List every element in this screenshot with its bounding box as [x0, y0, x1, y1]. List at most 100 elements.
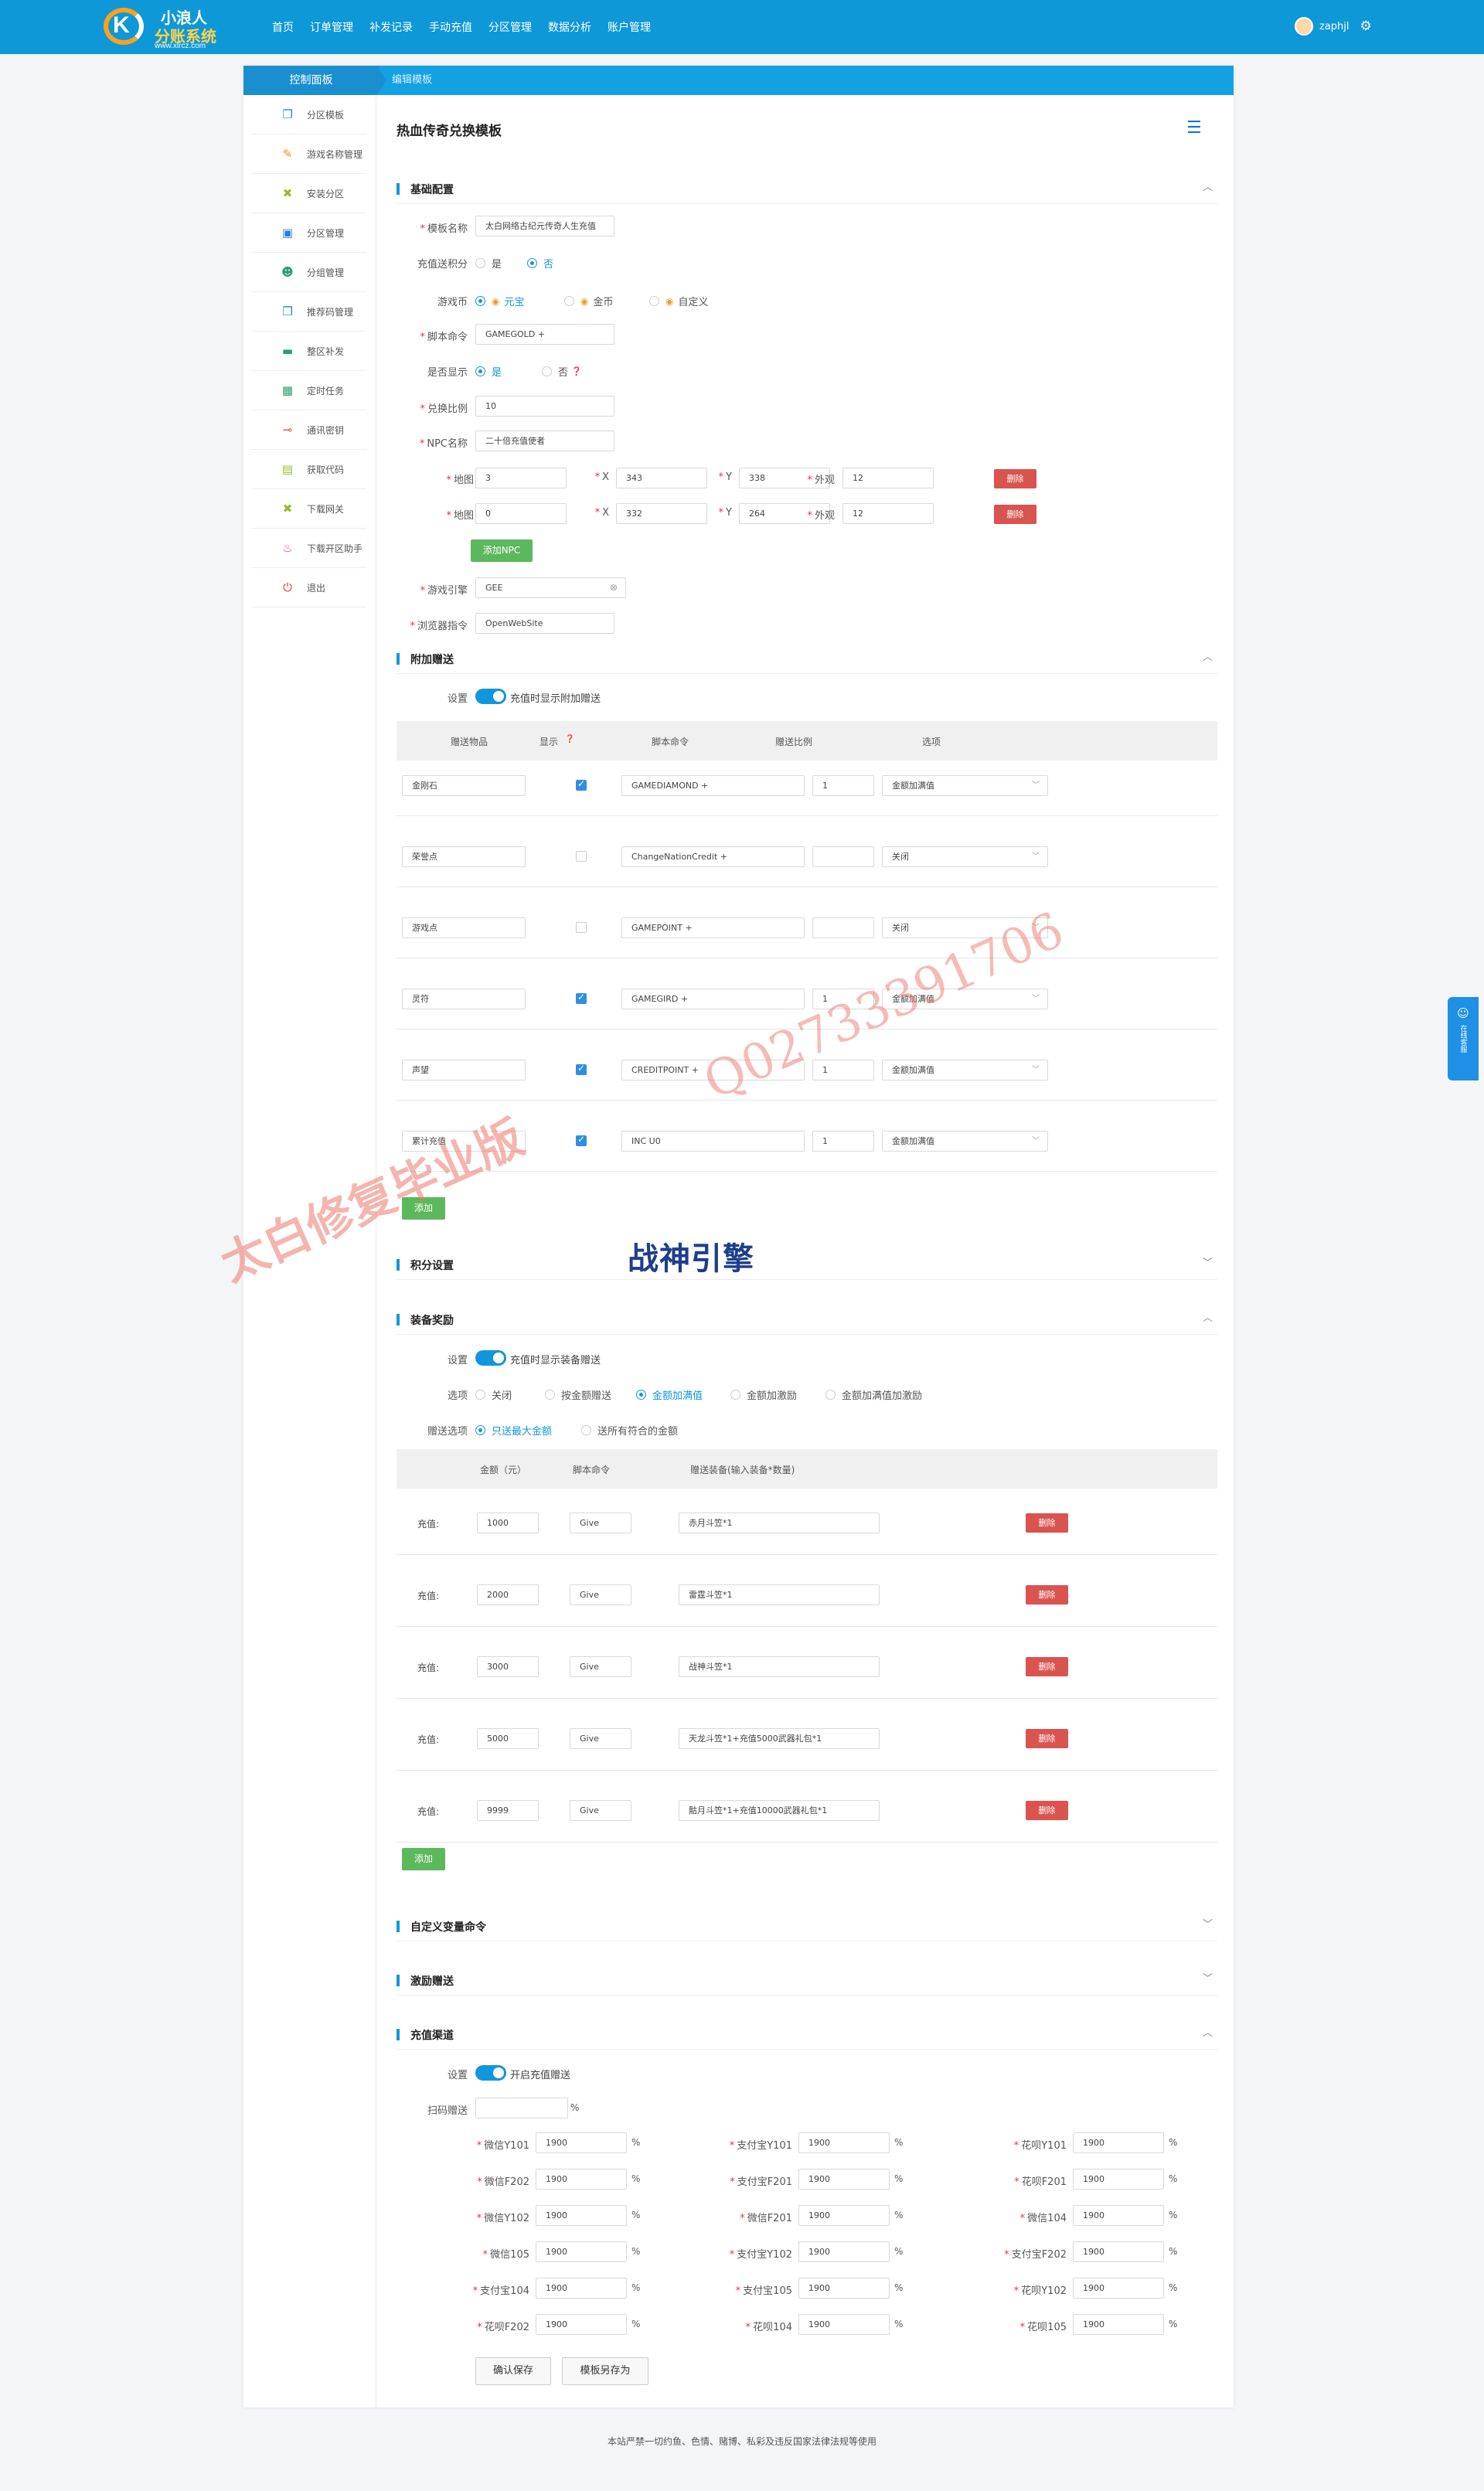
amount-input[interactable]: 1000 [477, 1513, 539, 1533]
add-equip-button[interactable]: 添加 [402, 1848, 445, 1870]
show-checkbox[interactable] [576, 992, 587, 1004]
npc-name-input[interactable]: 二十倍充值使者 [475, 430, 614, 451]
equip-command-input[interactable]: Give [570, 1656, 631, 1677]
bonus-ratio-input[interactable] [812, 846, 874, 867]
channel-value-input[interactable]: 1900 [536, 2205, 627, 2226]
template-name-input[interactable]: 太白网络古纪元传奇人生充值 [475, 216, 614, 237]
bonus-option-select[interactable]: 金额加满值 ﹀ [882, 1131, 1048, 1152]
radio-gift-option[interactable]: 送所有符合的金额 [581, 1423, 678, 1438]
sidebar-item[interactable]: ✎ 游戏名称管理 [251, 134, 366, 174]
look-input[interactable]: 12 [842, 503, 934, 524]
scan-gift-input[interactable] [475, 2098, 568, 2118]
nav-item[interactable]: 订单管理 [310, 19, 353, 35]
channel-value-input[interactable]: 1900 [798, 2169, 890, 2190]
radio-currency[interactable]: ◉ 元宝 [475, 294, 525, 308]
equip-item-input[interactable]: 天龙斗笠*1+充值5000武器礼包*1 [679, 1728, 880, 1749]
toggle-switch[interactable] [475, 2065, 506, 2081]
radio-points-yes[interactable]: 是 [475, 256, 502, 271]
chevron-down-icon[interactable]: ﹀ [1203, 1916, 1213, 1931]
look-input[interactable]: 12 [842, 468, 934, 488]
radio-gift-option[interactable]: 只送最大金额 [475, 1423, 552, 1438]
channel-value-input[interactable]: 1900 [1073, 2241, 1164, 2262]
online-service-button[interactable]: ☺ 在线客服 [1448, 997, 1479, 1080]
bonus-command-input[interactable]: GAMEPOINT + [621, 917, 805, 938]
sidebar-item[interactable]: ❐ 推荐码管理 [251, 292, 366, 332]
amount-input[interactable]: 9999 [477, 1800, 539, 1821]
equip-command-input[interactable]: Give [570, 1728, 631, 1749]
equip-command-input[interactable]: Give [570, 1513, 631, 1533]
sidebar-item[interactable]: ▤ 获取代码 [251, 450, 366, 489]
radio-points-no[interactable]: 否 [527, 256, 553, 271]
radio-equip-option[interactable]: 金额加激励 [730, 1387, 797, 1402]
delete-equip-button[interactable]: 删除 [1026, 1513, 1068, 1533]
equip-item-input[interactable]: 赤月斗笠*1 [679, 1513, 880, 1533]
equip-item-input[interactable]: 战神斗笠*1 [679, 1656, 880, 1677]
sidebar-item[interactable]: ✖ 安装分区 [251, 174, 366, 213]
bonus-item-input[interactable]: 荣誉点 [402, 846, 526, 867]
channel-value-input[interactable]: 1900 [536, 2169, 627, 2190]
channel-value-input[interactable]: 1900 [798, 2205, 890, 2226]
amount-input[interactable]: 3000 [477, 1656, 539, 1677]
sidebar-item[interactable]: ▣ 分区管理 [251, 213, 366, 253]
bonus-item-input[interactable]: 灵符 [402, 989, 526, 1009]
radio-equip-option[interactable]: 按金额赠送 [545, 1387, 611, 1402]
delete-map-button[interactable]: 删除 [994, 505, 1036, 524]
nav-item[interactable]: 补发记录 [369, 19, 413, 35]
bonus-command-input[interactable]: INC U0 [621, 1131, 805, 1152]
tab-control-panel[interactable]: 控制面板 [243, 66, 379, 95]
radio-currency[interactable]: ◉ 自定义 [649, 294, 709, 308]
channel-value-input[interactable]: 1900 [536, 2132, 627, 2153]
sidebar-item[interactable]: ✖ 下载网关 [251, 489, 366, 529]
nav-item[interactable]: 分区管理 [488, 19, 532, 35]
radio-currency[interactable]: ◉ 金币 [564, 294, 614, 308]
sidebar-item[interactable]: ▬ 整区补发 [251, 332, 366, 371]
bonus-option-select[interactable]: 金额加满值 ﹀ [882, 1060, 1048, 1080]
sidebar-item[interactable]: ♨ 下载开区助手 [251, 529, 366, 568]
show-checkbox[interactable] [576, 778, 587, 791]
sidebar-item[interactable]: ▦ 定时任务 [251, 371, 366, 410]
sidebar-item[interactable]: ⊸ 通讯密钥 [251, 410, 366, 450]
channel-value-input[interactable]: 1900 [536, 2241, 627, 2262]
channel-value-input[interactable]: 1900 [536, 2278, 627, 2299]
user-name[interactable]: zaphjl [1319, 21, 1350, 32]
menu-icon[interactable]: ☰ [1186, 118, 1202, 138]
radio-equip-option[interactable]: 金额加满值加激励 [825, 1387, 922, 1402]
channel-value-input[interactable]: 1900 [1073, 2314, 1164, 2335]
bonus-command-input[interactable]: ChangeNationCredit + [621, 846, 805, 867]
show-checkbox[interactable] [576, 1134, 587, 1146]
radio-equip-option[interactable]: 关闭 [475, 1387, 512, 1402]
engine-select[interactable]: GEE ⊗ [475, 577, 626, 598]
channel-value-input[interactable]: 1900 [1073, 2278, 1164, 2299]
show-checkbox[interactable] [576, 851, 587, 862]
channel-value-input[interactable]: 1900 [1073, 2205, 1164, 2226]
chevron-up-icon[interactable]: ︿ [1203, 2024, 1213, 2039]
bonus-item-input[interactable]: 游戏点 [402, 917, 526, 938]
avatar[interactable] [1295, 17, 1313, 36]
save-button[interactable]: 确认保存 [475, 2357, 551, 2385]
gear-icon[interactable]: ⚙ [1360, 19, 1372, 34]
delete-equip-button[interactable]: 删除 [1026, 1801, 1068, 1820]
equip-command-input[interactable]: Give [570, 1584, 631, 1605]
channel-value-input[interactable]: 1900 [536, 2314, 627, 2335]
bonus-item-input[interactable]: 金刚石 [402, 775, 526, 796]
toggle-switch[interactable] [475, 689, 506, 704]
radio-show-yes[interactable]: 是 [475, 364, 502, 379]
sidebar-item[interactable]: ❐ 分区模板 [251, 95, 366, 134]
nav-item[interactable]: 数据分析 [548, 19, 591, 35]
bonus-ratio-input[interactable] [812, 917, 874, 938]
bonus-option-select[interactable]: 金额加满值 ﹀ [882, 775, 1048, 796]
delete-equip-button[interactable]: 删除 [1026, 1585, 1068, 1605]
delete-map-button[interactable]: 删除 [994, 469, 1036, 488]
show-checkbox[interactable] [576, 1063, 587, 1075]
amount-input[interactable]: 2000 [477, 1584, 539, 1605]
channel-value-input[interactable]: 1900 [798, 2132, 890, 2153]
bonus-command-input[interactable]: GAMEDIAMOND + [621, 775, 805, 796]
sidebar-item[interactable]: ☻ 分组管理 [251, 253, 366, 292]
channel-value-input[interactable]: 1900 [798, 2314, 890, 2335]
bonus-command-input[interactable]: GAMEGIRD + [621, 989, 805, 1009]
equip-item-input[interactable]: 雷霆斗笠*1 [679, 1584, 880, 1605]
ratio-input[interactable]: 10 [475, 396, 614, 417]
amount-input[interactable]: 5000 [477, 1728, 539, 1749]
channel-value-input[interactable]: 1900 [798, 2241, 890, 2262]
bonus-item-input[interactable]: 声望 [402, 1060, 526, 1080]
